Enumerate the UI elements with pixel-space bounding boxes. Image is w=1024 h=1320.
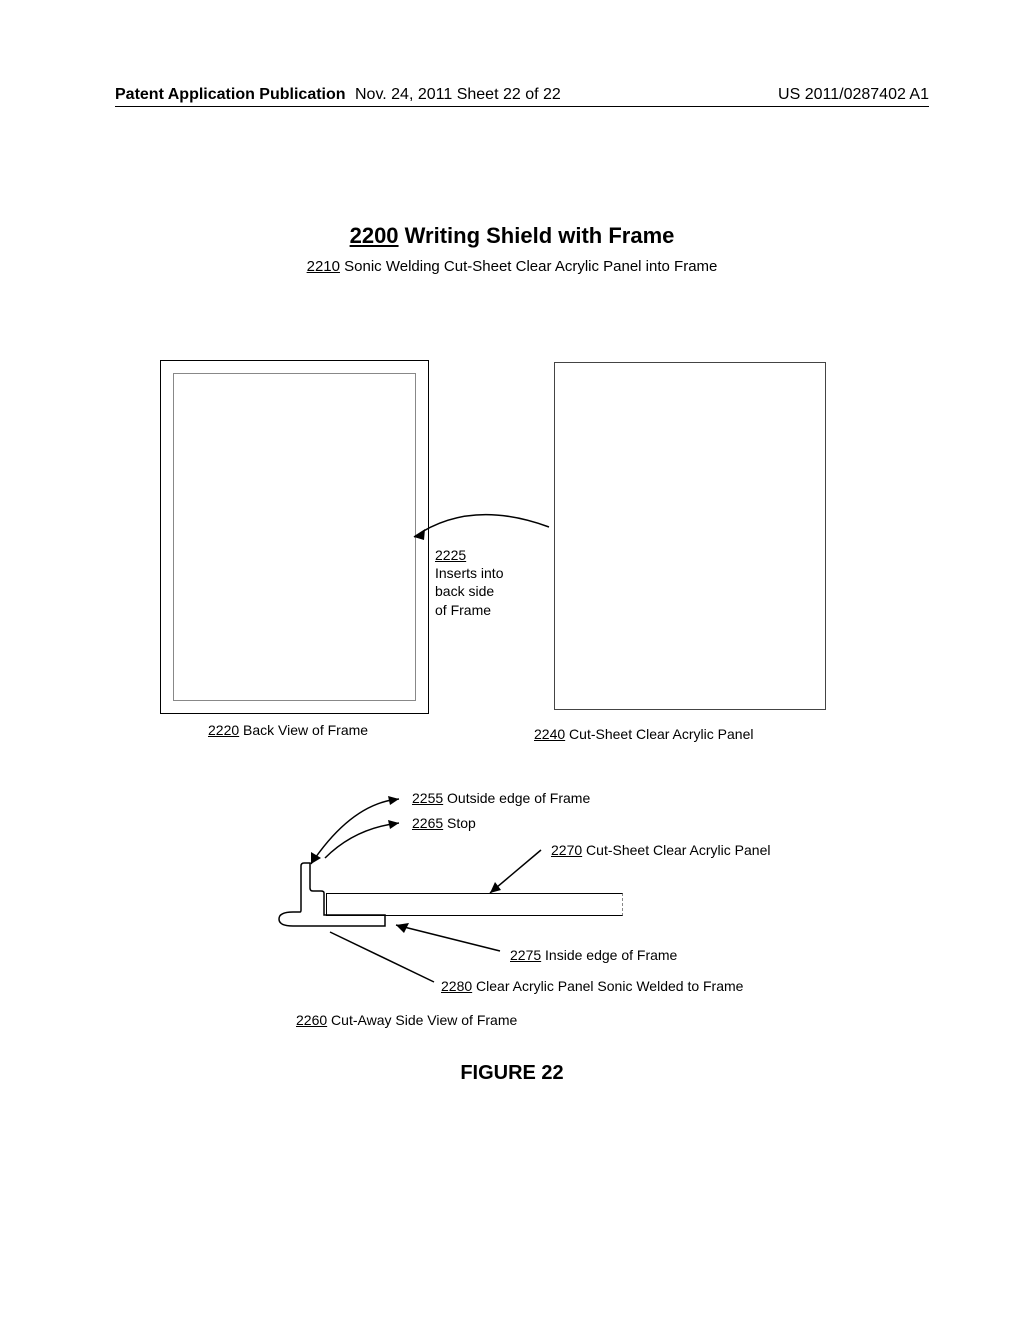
label-2255-number: 2255 [412,790,443,806]
curve-2225 [414,515,549,537]
label-2270-number: 2270 [551,842,582,858]
label-2270: 2270 Cut-Sheet Clear Acrylic Panel [551,842,770,858]
figure-title: 2200 Writing Shield with Frame [0,223,1024,249]
label-2275-text: Inside edge of Frame [541,947,677,963]
acrylic-panel-side [326,893,623,916]
label-2240-number: 2240 [534,726,565,742]
figure-number: FIGURE 22 [0,1062,1024,1085]
header-publication: Patent Application Publication [115,86,346,104]
subtitle-text: Sonic Welding Cut-Sheet Clear Acrylic Pa… [340,258,717,275]
label-2280-text: Clear Acrylic Panel Sonic Welded to Fram… [472,978,743,994]
label-2225-line3: of Frame [435,602,491,618]
leader-lines [0,0,1024,1320]
label-2265-text: Stop [443,815,476,831]
label-2255: 2255 Outside edge of Frame [412,790,590,806]
curve-2265 [325,823,399,858]
label-2275: 2275 Inside edge of Frame [510,947,677,963]
acrylic-panel-front [554,362,826,710]
subtitle-number: 2210 [307,258,340,275]
label-2260-text: Cut-Away Side View of Frame [327,1012,517,1028]
header-date-sheet: Nov. 24, 2011 Sheet 22 of 22 [355,86,561,104]
label-2220-number: 2220 [208,722,239,738]
label-2280: 2280 Clear Acrylic Panel Sonic Welded to… [441,978,743,994]
label-2255-text: Outside edge of Frame [443,790,590,806]
label-2225-line1: Inserts into [435,565,503,581]
curve-2255 [311,799,399,864]
arrowhead-2265 [388,820,399,829]
frame-back-view-inner [173,373,416,701]
label-2260-number: 2260 [296,1012,327,1028]
label-2265: 2265 Stop [412,815,476,831]
arrowhead-2270 [490,882,501,893]
header-patent-number: US 2011/0287402 A1 [778,86,929,104]
title-number: 2200 [350,223,399,248]
label-2225: 2225 Inserts into back side of Frame [435,546,503,619]
label-2260: 2260 Cut-Away Side View of Frame [296,1012,517,1028]
label-2240: 2240 Cut-Sheet Clear Acrylic Panel [534,726,753,742]
label-2240-text: Cut-Sheet Clear Acrylic Panel [565,726,753,742]
label-2265-number: 2265 [412,815,443,831]
arrowhead-2255-right [388,796,399,805]
label-2225-line2: back side [435,583,494,599]
title-text: Writing Shield with Frame [399,223,675,248]
label-2220-text: Back View of Frame [239,722,368,738]
label-2220: 2220 Back View of Frame [208,722,368,738]
label-2280-number: 2280 [441,978,472,994]
label-2270-text: Cut-Sheet Clear Acrylic Panel [582,842,770,858]
line-2270 [490,850,541,893]
line-2275 [396,925,500,951]
figure-subtitle: 2210 Sonic Welding Cut-Sheet Clear Acryl… [0,258,1024,275]
label-2225-number: 2225 [435,546,503,564]
page-header: Patent Application Publication Nov. 24, … [115,86,929,107]
label-2275-number: 2275 [510,947,541,963]
